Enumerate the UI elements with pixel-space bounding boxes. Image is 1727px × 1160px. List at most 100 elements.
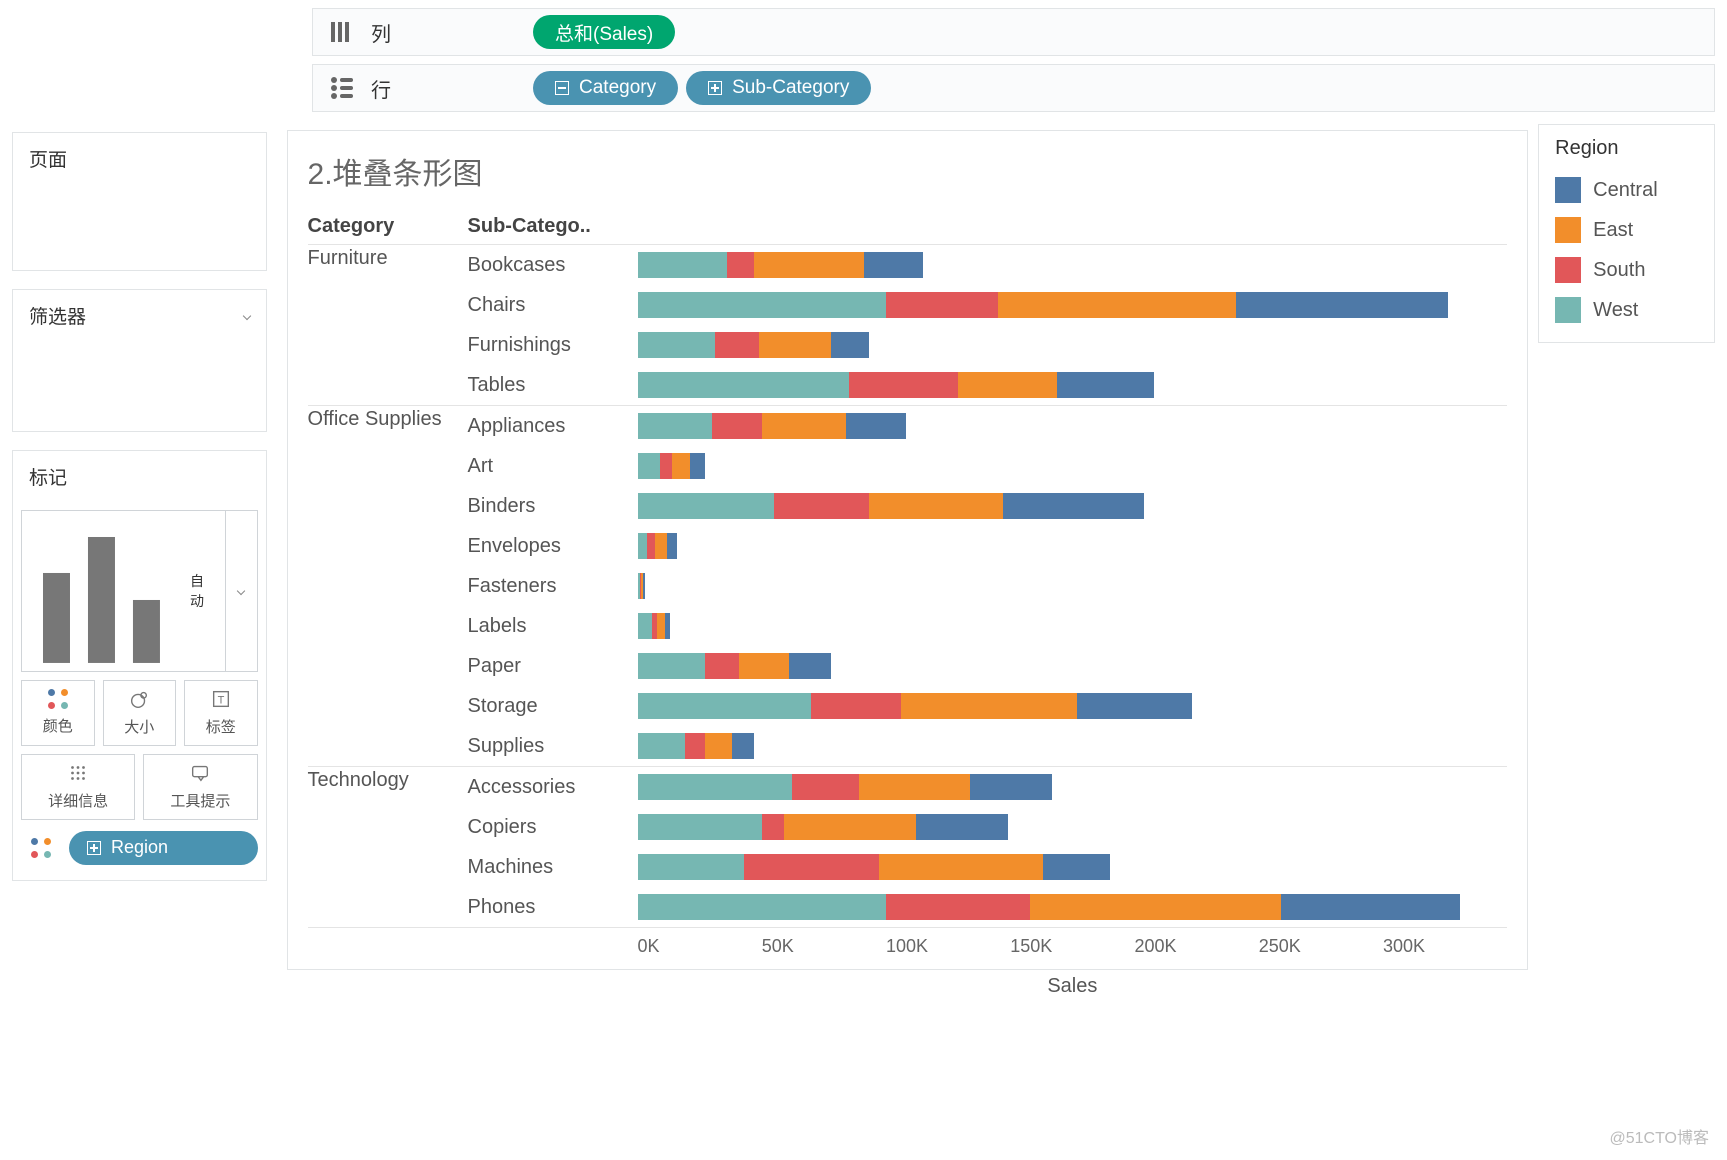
bar-segment-central[interactable] [970,774,1052,800]
legend-item-south[interactable]: South [1555,250,1698,290]
bar-segment-east[interactable] [705,733,732,759]
bar[interactable] [638,653,1508,679]
columns-shelf[interactable]: 列 总和(Sales) [312,8,1715,56]
bar-segment-west[interactable] [638,774,792,800]
bar[interactable] [638,573,1508,599]
bar-segment-east[interactable] [869,493,1003,519]
bar-segment-east[interactable] [1030,894,1281,920]
bar-segment-central[interactable] [1281,894,1460,920]
bar-segment-central[interactable] [789,653,831,679]
bar-segment-central[interactable] [1077,693,1191,719]
bar[interactable] [638,854,1508,880]
bar-segment-south[interactable] [715,332,760,358]
bar-segment-central[interactable] [846,413,906,439]
bar-segment-east[interactable] [958,372,1057,398]
bar[interactable] [638,814,1508,840]
bar-segment-west[interactable] [638,413,713,439]
bar-segment-south[interactable] [811,693,900,719]
rows-pill[interactable]: Category [533,71,678,105]
bar-segment-south[interactable] [705,653,740,679]
bar[interactable] [638,693,1508,719]
bar-segment-west[interactable] [638,653,705,679]
bar-segment-central[interactable] [665,613,670,639]
legend-item-central[interactable]: Central [1555,170,1698,210]
region-color-pill[interactable]: Region [69,831,258,865]
bar-segment-central[interactable] [831,332,868,358]
bar[interactable] [638,332,1508,358]
bar-segment-east[interactable] [759,332,831,358]
bar-segment-east[interactable] [655,533,667,559]
marks-size-card[interactable]: 大小 [103,680,177,746]
marks-type-dropdown[interactable]: 自动 [21,510,258,672]
bar[interactable] [638,493,1508,519]
bar-segment-west[interactable] [638,733,685,759]
bar-segment-south[interactable] [685,733,705,759]
bar[interactable] [638,894,1508,920]
bar-segment-south[interactable] [744,854,878,880]
bar-segment-south[interactable] [849,372,958,398]
bar-segment-west[interactable] [638,252,727,278]
bar-segment-south[interactable] [886,894,1030,920]
rows-pill[interactable]: Sub-Category [686,71,871,105]
bar-segment-east[interactable] [754,252,863,278]
bar-segment-east[interactable] [998,292,1237,318]
bar-segment-south[interactable] [792,774,859,800]
bar[interactable] [638,733,1508,759]
legend-item-west[interactable]: West [1555,290,1698,330]
bar-segment-east[interactable] [879,854,1043,880]
bar-segment-south[interactable] [762,814,784,840]
bar-segment-central[interactable] [643,573,645,599]
marks-color-card[interactable]: 颜色 [21,680,95,746]
bar[interactable] [638,533,1508,559]
bar-segment-east[interactable] [739,653,789,679]
bar-segment-west[interactable] [638,814,762,840]
bar-segment-central[interactable] [1043,854,1110,880]
bar-segment-west[interactable] [638,533,648,559]
legend-item-east[interactable]: East [1555,210,1698,250]
bar-segment-east[interactable] [657,613,664,639]
rows-shelf[interactable]: 行 CategorySub-Category [312,64,1715,112]
bar-segment-east[interactable] [672,453,689,479]
bar[interactable] [638,613,1508,639]
bar[interactable] [638,252,1508,278]
bar[interactable] [638,413,1508,439]
bar-segment-central[interactable] [916,814,1008,840]
bar-segment-east[interactable] [901,693,1077,719]
bar[interactable] [638,292,1508,318]
bar-segment-central[interactable] [1003,493,1145,519]
marks-detail-card[interactable]: 详细信息 [21,754,135,820]
bar-segment-south[interactable] [774,493,868,519]
columns-pill[interactable]: 总和(Sales) [533,15,675,49]
bar-segment-east[interactable] [859,774,971,800]
bar-segment-west[interactable] [638,613,653,639]
bar-segment-west[interactable] [638,894,886,920]
bar-segment-west[interactable] [638,493,775,519]
bar-segment-central[interactable] [732,733,754,759]
filters-panel[interactable]: 筛选器 [12,289,267,432]
bar-segment-south[interactable] [660,453,672,479]
bar-segment-south[interactable] [712,413,762,439]
chevron-down-icon[interactable] [242,311,250,319]
bar-segment-south[interactable] [647,533,654,559]
bar-segment-central[interactable] [1236,292,1447,318]
chart-title[interactable]: 2.堆叠条形图 [308,149,1508,193]
bar-segment-east[interactable] [784,814,916,840]
bar-segment-central[interactable] [667,533,677,559]
bar[interactable] [638,453,1508,479]
bar-segment-central[interactable] [864,252,924,278]
marks-label-card[interactable]: T 标签 [184,680,258,746]
bar-segment-south[interactable] [886,292,998,318]
bar-segment-west[interactable] [638,292,886,318]
bar-segment-south[interactable] [727,252,754,278]
bar-segment-east[interactable] [762,413,846,439]
bar-segment-central[interactable] [1057,372,1154,398]
bar[interactable] [638,372,1508,398]
bar-segment-west[interactable] [638,372,849,398]
bar-segment-west[interactable] [638,332,715,358]
bar[interactable] [638,774,1508,800]
bar-segment-west[interactable] [638,854,745,880]
marks-tooltip-card[interactable]: 工具提示 [143,754,257,820]
bar-segment-west[interactable] [638,693,812,719]
bar-segment-west[interactable] [638,453,660,479]
pages-panel[interactable]: 页面 [12,132,267,271]
